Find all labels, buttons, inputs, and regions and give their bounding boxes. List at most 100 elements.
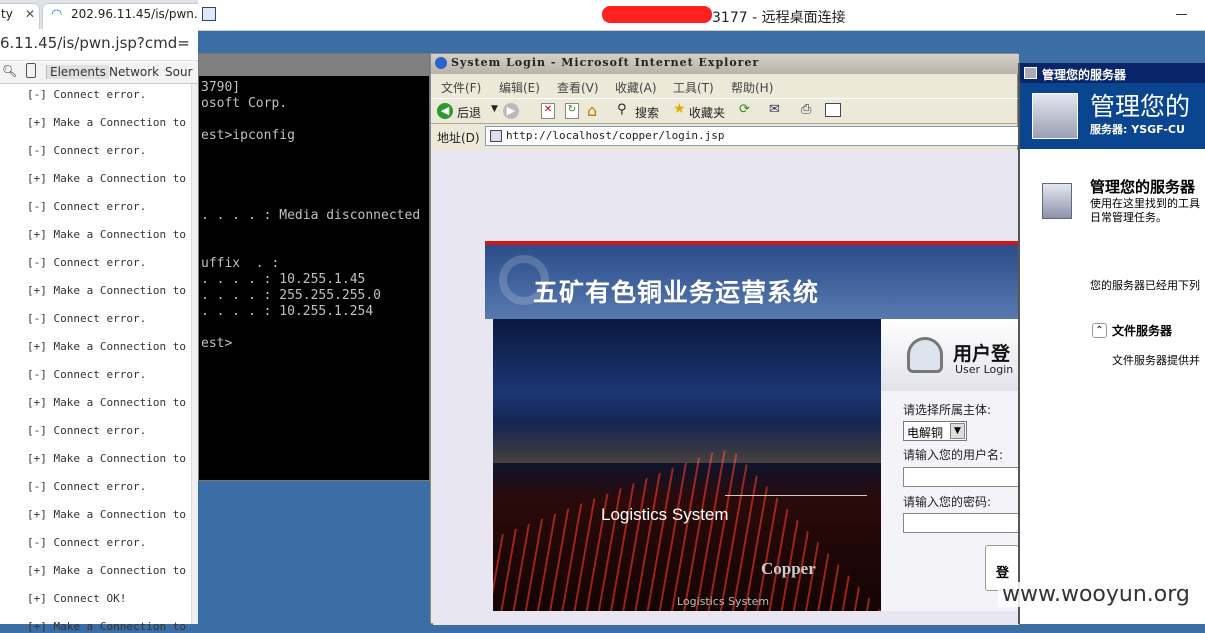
tab-elements[interactable]: Elements (46, 65, 109, 79)
window-title: 3177 - 远程桌面连接 (712, 10, 846, 26)
favorites-button[interactable]: 收藏夹 (689, 104, 725, 121)
password-input[interactable] (903, 513, 1021, 533)
password-label: 请输入您的密码: (903, 495, 992, 509)
ie-window: System Login - Microsoft Internet Explor… (430, 53, 1021, 625)
ie-address-bar: 地址(D) http://localhost/copper/login.jsp (431, 124, 1019, 150)
console-line: [+] Connect OK! (27, 592, 127, 605)
home-icon[interactable]: ⌂ (587, 101, 597, 120)
inspect-icon[interactable]: 🔍︎ (2, 64, 17, 78)
ie-titlebar: System Login - Microsoft Internet Explor… (431, 54, 1019, 74)
menu-tools[interactable]: 工具(T) (673, 79, 714, 96)
console-line: [-] Connect error. (27, 256, 147, 269)
search-icon[interactable]: ⚲ (617, 102, 627, 117)
city-skyline (493, 423, 881, 463)
console-line: [-] Connect error. (27, 368, 147, 381)
tab-sources[interactable]: Sour (162, 65, 196, 79)
roles-text: 您的服务器已经用下列 (1090, 279, 1200, 292)
menu-favorites[interactable]: 收藏(A) (615, 79, 657, 96)
username-input[interactable] (903, 467, 1021, 487)
ie-logo-icon (435, 57, 447, 69)
back-button[interactable]: 后退 (457, 104, 481, 121)
console-line: [+] Make a Connection to (27, 116, 186, 129)
close-icon[interactable]: ✕ (25, 7, 35, 21)
console-line: [-] Connect error. (27, 144, 147, 157)
back-icon[interactable]: ◀ (437, 103, 453, 119)
login-panel: 用户登 User Login 请选择所属主体: 电解铜 ▼ 请输入您的用户名: … (881, 319, 1021, 611)
cmd-line: . . . . : 10.255.1.45 (201, 272, 366, 287)
cmd-line: est>ipconfig (201, 128, 295, 143)
cmd-titlebar (199, 54, 429, 76)
menu-bar: 文件(F) 编辑(E) 查看(V) 收藏(A) 工具(T) 帮助(H) (431, 75, 1019, 97)
window-title: System Login - Microsoft Internet Explor… (451, 56, 760, 69)
section-desc: 日常管理任务。 (1090, 211, 1167, 224)
print-icon[interactable]: ⎙ (801, 102, 811, 117)
history-icon[interactable]: ⟳ (739, 102, 750, 117)
chevron-down-icon[interactable]: ▼ (950, 423, 965, 439)
role-desc: 文件服务器提供并 (1112, 354, 1200, 367)
search-button[interactable]: 搜索 (635, 104, 659, 121)
entity-label: 请选择所属主体: (903, 403, 992, 417)
entity-value: 电解铜 (907, 426, 944, 440)
refresh-icon[interactable]: ↻ (565, 103, 579, 119)
divider-line (725, 495, 867, 496)
logistics-subtext: Logistics System (677, 595, 770, 608)
minimize-icon[interactable] (1176, 14, 1187, 15)
console-line: [+] Make a Connection to (27, 172, 186, 185)
menu-edit[interactable]: 编辑(E) (499, 79, 540, 96)
mail-icon[interactable]: ✉ (769, 102, 780, 117)
console-line: [+] Make a Connection to (27, 228, 186, 241)
tab-label: 202.96.11.45/is/pwn. (71, 7, 198, 21)
collapse-icon[interactable]: ⌃ (1092, 323, 1107, 338)
chevron-down-icon[interactable]: ▼ (491, 104, 498, 114)
browser-tab-active[interactable]: ◠ 202.96.11.45/is/pwn. (42, 3, 202, 29)
stop-icon[interactable]: ✕ (541, 103, 555, 119)
entity-select[interactable]: 电解铜 ▼ (903, 421, 967, 441)
console-line: [+] Make a Connection to (27, 340, 186, 353)
cmd-line: osoft Corp. (201, 96, 288, 111)
hero-image: Logistics System Copper Logistics System (493, 319, 881, 611)
cmd-line: . . . . : 255.255.255.0 (201, 288, 382, 303)
page-icon (490, 130, 502, 142)
devtools-toolbar: 🔍︎ Elements Network Sour (0, 62, 198, 84)
address-bar[interactable]: 6.11.45/is/pwn.jsp?cmd= (0, 29, 198, 61)
console-line: [-] Connect error. (27, 200, 147, 213)
console-line: [+] Make a Connection to (27, 284, 186, 297)
favorites-icon[interactable]: ★ (673, 101, 686, 117)
scrollbar[interactable] (191, 84, 198, 624)
light-trails (493, 450, 881, 611)
device-toggle-icon[interactable] (26, 63, 36, 78)
server-manager-header: 管理您的 服务器: YSGF-CU (1020, 83, 1205, 149)
menu-help[interactable]: 帮助(H) (731, 79, 773, 96)
forward-icon[interactable]: ▶ (503, 103, 519, 119)
logistics-text: Logistics System (601, 505, 729, 524)
username-label: 请输入您的用户名: (903, 448, 1004, 462)
console-line: [-] Connect error. (27, 480, 147, 493)
server-tower-icon (1032, 93, 1078, 139)
menu-file[interactable]: 文件(F) (441, 79, 481, 96)
console-line: [-] Connect error. (27, 424, 147, 437)
browser-tab-previous[interactable]: ty ✕ (0, 3, 40, 29)
system-banner: 五矿有色铜业务运营系统 (485, 241, 1019, 319)
edit-icon[interactable] (825, 103, 841, 117)
url-text: http://localhost/copper/login.jsp (506, 129, 725, 142)
role-name[interactable]: 文件服务器 (1112, 322, 1172, 339)
browser-window: ty ✕ ◠ 202.96.11.45/is/pwn. 6.11.45/is/p… (0, 0, 202, 633)
login-header: 用户登 User Login (881, 319, 1019, 391)
cmd-line: 3790] (201, 80, 241, 95)
remote-desktop-background (198, 31, 1205, 53)
menu-view[interactable]: 查看(V) (557, 79, 599, 96)
tab-network[interactable]: Network (106, 65, 162, 79)
cmd-line: est> (201, 336, 233, 351)
server-icon (1024, 67, 1037, 79)
watermark: www.wooyun.org (998, 582, 1194, 607)
lock-icon (907, 337, 943, 373)
system-title: 五矿有色铜业务运营系统 (533, 278, 820, 307)
cmd-output: 3790] osoft Corp. est>ipconfig . . . . : Me… (199, 78, 429, 478)
console-line: [+] Make a Connection to (27, 620, 186, 633)
server-manager-window: 管理您的服务器 管理您的 服务器: YSGF-CU 管理您的服务器 使用在这里找… (1018, 63, 1205, 624)
console-line: [-] Connect error. (27, 536, 147, 549)
url-input[interactable]: http://localhost/copper/login.jsp (485, 126, 1019, 146)
copper-logo: Copper (761, 559, 816, 578)
console-output: [-] Connect error. [+] Make a Connection … (0, 84, 191, 633)
redaction-mark (602, 6, 712, 23)
